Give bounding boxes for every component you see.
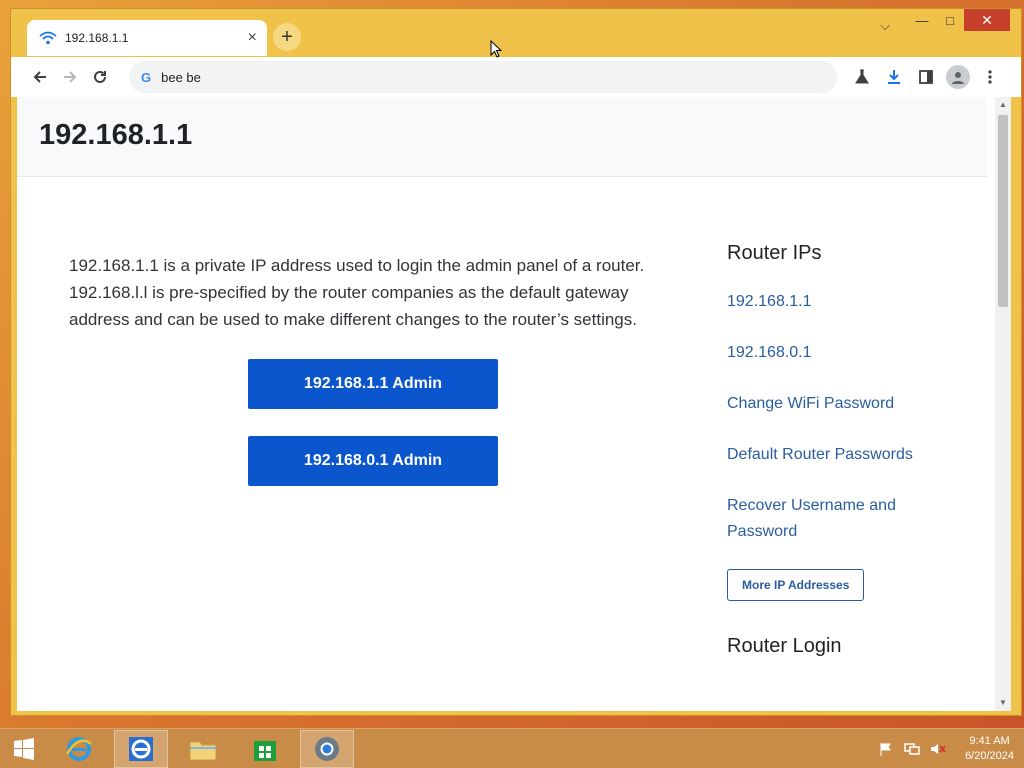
taskbar-clock[interactable]: 9:41 AM 6/20/2024 bbox=[965, 734, 1014, 764]
google-icon: G bbox=[141, 69, 152, 85]
network-icon[interactable] bbox=[903, 740, 921, 758]
volume-muted-icon[interactable] bbox=[929, 740, 947, 758]
labs-flask-icon[interactable] bbox=[849, 64, 875, 90]
scroll-down-arrow-icon[interactable]: ▼ bbox=[999, 699, 1007, 707]
scroll-up-arrow-icon[interactable]: ▲ bbox=[999, 101, 1007, 109]
page-viewport: 192.168.1.1 192.168.1.1 is a private IP … bbox=[17, 97, 1011, 711]
sidebar-link-192-168-0-1[interactable]: 192.168.0.1 bbox=[727, 340, 957, 366]
sidebar-link-recover-username[interactable]: Recover Username and Password bbox=[727, 493, 957, 545]
taskbar-file-explorer-icon[interactable] bbox=[176, 730, 230, 768]
browser-toolbar: G bee be bbox=[11, 57, 1021, 97]
taskbar-ie-app-icon[interactable] bbox=[114, 729, 168, 768]
intro-paragraph: 192.168.1.1 is a private IP address used… bbox=[69, 256, 645, 329]
tab-search-chevron-icon[interactable]: ⌵ bbox=[873, 15, 897, 37]
vertical-scrollbar[interactable]: ▲ ▼ bbox=[995, 97, 1011, 711]
new-tab-button[interactable]: + bbox=[273, 23, 301, 51]
taskbar: 9:41 AM 6/20/2024 bbox=[0, 728, 1024, 768]
sidebar-heading-router-login: Router Login bbox=[727, 635, 842, 657]
sidebar-link-default-router-passwords[interactable]: Default Router Passwords bbox=[727, 442, 957, 468]
taskbar-store-icon[interactable] bbox=[238, 730, 292, 768]
site-header: 192.168.1.1 bbox=[17, 97, 987, 177]
windows-start-icon[interactable] bbox=[4, 729, 44, 768]
admin-192-168-0-1-button[interactable]: 192.168.0.1 Admin bbox=[248, 436, 498, 486]
wifi-icon bbox=[39, 31, 57, 45]
more-ip-addresses-button[interactable]: More IP Addresses bbox=[727, 569, 865, 601]
reload-icon[interactable] bbox=[85, 62, 115, 92]
browser-window: 192.168.1.1 × + ⌵ — □ ✕ G bee be 192.168… bbox=[10, 8, 1022, 716]
back-arrow-icon[interactable] bbox=[25, 62, 55, 92]
address-bar-text: bee be bbox=[161, 69, 201, 85]
sidebar: Router IPs 192.168.1.1 192.168.0.1 Chang… bbox=[727, 242, 957, 706]
title-bar: 192.168.1.1 × + ⌵ — □ ✕ bbox=[11, 9, 1021, 57]
sidebar-link-change-wifi-password[interactable]: Change WiFi Password bbox=[727, 391, 957, 417]
sidebar-heading-router-ips: Router IPs bbox=[727, 242, 822, 264]
minimize-button[interactable]: — bbox=[909, 9, 935, 31]
close-tab-icon[interactable]: × bbox=[248, 30, 257, 46]
sidebar-partial-item[interactable] bbox=[727, 692, 957, 706]
tab-title: 192.168.1.1 bbox=[65, 31, 129, 45]
clock-time: 9:41 AM bbox=[969, 734, 1010, 747]
side-panel-icon[interactable] bbox=[913, 64, 939, 90]
taskbar-ie-pinned-icon[interactable] bbox=[52, 730, 106, 768]
scrollbar-thumb[interactable] bbox=[998, 115, 1008, 307]
address-bar[interactable]: G bee be bbox=[129, 61, 837, 93]
action-center-flag-icon[interactable] bbox=[877, 740, 895, 758]
mouse-cursor-icon bbox=[490, 40, 502, 58]
profile-avatar-icon[interactable] bbox=[945, 64, 971, 90]
taskbar-chrome-icon[interactable] bbox=[300, 729, 354, 768]
forward-arrow-icon[interactable] bbox=[55, 62, 85, 92]
close-window-button[interactable]: ✕ bbox=[964, 9, 1010, 31]
admin-192-168-1-1-button[interactable]: 192.168.1.1 Admin bbox=[248, 359, 498, 409]
tab-active[interactable]: 192.168.1.1 × bbox=[27, 20, 267, 56]
clock-date: 6/20/2024 bbox=[965, 749, 1014, 762]
download-icon[interactable] bbox=[881, 64, 907, 90]
sidebar-link-192-168-1-1[interactable]: 192.168.1.1 bbox=[727, 289, 957, 315]
maximize-button[interactable]: □ bbox=[937, 9, 963, 31]
system-tray: 9:41 AM 6/20/2024 bbox=[877, 734, 1014, 764]
more-menu-icon[interactable] bbox=[977, 64, 1003, 90]
page-title: 192.168.1.1 bbox=[39, 119, 193, 151]
